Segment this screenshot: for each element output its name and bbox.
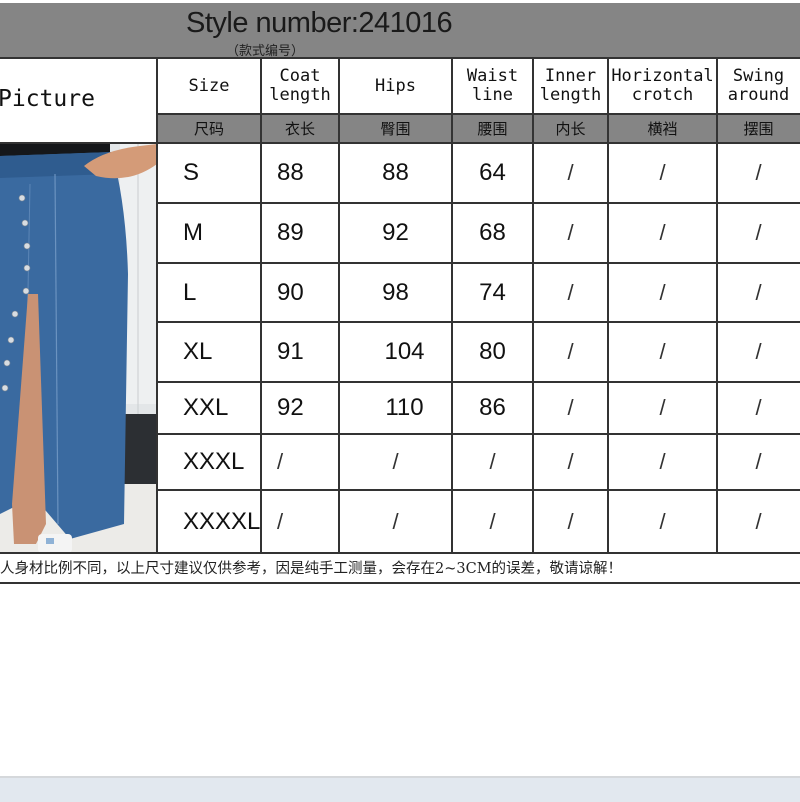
cell-size: S (183, 159, 200, 186)
grid-line (716, 58, 718, 553)
cell-coat-length: 92 (277, 394, 304, 421)
grid-line (157, 202, 800, 204)
cell-hips: 110 (385, 394, 424, 421)
cell-horizontal-crotch: / (659, 395, 666, 420)
cell-horizontal-crotch: / (659, 339, 666, 364)
column-subheader-coat-length: 衣长 (261, 114, 339, 143)
column-subheader-horizontal-crotch: 横裆 (608, 114, 717, 143)
grid-line (532, 58, 534, 553)
bottom-bar (0, 776, 800, 802)
cell-horizontal-crotch: / (659, 508, 666, 534)
cell-inner-length: / (567, 279, 574, 305)
size-chart-table: Picture Size 尺码 Coat length 衣长 Hips 臀围 W… (0, 0, 800, 800)
cell-swing-around: / (755, 395, 762, 420)
cell-size: XL (183, 338, 213, 365)
cell-hips: / (392, 449, 399, 474)
cell-coat-length: 91 (277, 338, 304, 365)
cell-horizontal-crotch: / (659, 220, 666, 245)
cell-waistline: 68 (479, 219, 506, 246)
cell-horizontal-crotch: / (659, 160, 666, 185)
cell-coat-length: 89 (277, 219, 304, 246)
cell-hips: 88 (382, 159, 409, 186)
cell-swing-around: / (755, 508, 762, 534)
grid-line (607, 58, 609, 553)
grid-line (338, 58, 340, 553)
grid-line (451, 58, 453, 553)
cell-waistline: 86 (479, 394, 506, 421)
denim-skirt-image (0, 144, 157, 553)
grid-line (157, 381, 800, 383)
column-subheader-hips: 臀围 (339, 114, 452, 143)
column-header-coat-length: Coat length (269, 66, 331, 105)
cell-horizontal-crotch: / (659, 449, 666, 474)
cell-inner-length: / (567, 220, 574, 245)
grid-line (0, 142, 800, 144)
cell-horizontal-crotch: / (659, 279, 666, 305)
cell-inner-length: / (567, 508, 574, 534)
cell-inner-length: / (567, 160, 574, 185)
cell-swing-around: / (755, 220, 762, 245)
grid-line (157, 433, 800, 435)
footnote-bottom-line (0, 582, 800, 584)
grid-line (157, 321, 800, 323)
column-header-waistline: Waist line (466, 66, 519, 105)
column-header-swing-around: Swing around (727, 66, 790, 105)
cell-inner-length: / (567, 339, 574, 364)
cell-size: XXXL (183, 448, 245, 475)
cell-hips: / (392, 508, 399, 534)
cell-waistline: 80 (479, 338, 506, 365)
cell-swing-around: / (755, 279, 762, 305)
cell-hips: 98 (382, 278, 409, 306)
grid-line (260, 58, 262, 553)
grid-line (0, 57, 800, 59)
grid-line (157, 262, 800, 264)
cell-waistline: 74 (479, 278, 506, 306)
cell-coat-length: 90 (277, 278, 304, 306)
cell-hips: 104 (384, 338, 425, 365)
column-subheader-swing-around: 摆围 (717, 114, 800, 143)
cell-hips: 92 (382, 219, 409, 246)
cell-inner-length: / (567, 449, 574, 474)
grid-line (156, 58, 158, 553)
column-header-hips: Hips (375, 75, 416, 96)
cell-coat-length: / (277, 508, 284, 534)
cell-size: L (183, 278, 197, 306)
cell-coat-length: / (277, 449, 284, 474)
column-subheader-inner-length: 内长 (533, 114, 608, 143)
column-subheader-waistline: 腰围 (452, 114, 533, 143)
cell-coat-length: 88 (277, 159, 304, 186)
column-header-horizontal-crotch: Horizontal crotch (611, 66, 714, 105)
grid-line (157, 489, 800, 491)
cell-waistline: / (489, 508, 496, 534)
grid-line (0, 552, 800, 554)
column-header-size: Size (188, 75, 230, 96)
product-photo (0, 144, 157, 553)
cell-size: M (183, 219, 203, 246)
cell-size: XXL (183, 394, 229, 421)
cell-swing-around: / (755, 160, 762, 185)
cell-waistline: 64 (479, 159, 506, 186)
cell-waistline: / (489, 449, 496, 474)
cell-inner-length: / (567, 395, 574, 420)
measurement-disclaimer: 人身材比例不同，以上尺寸建议仅供参考，因是纯手工测量，会存在2~3CM的误差，敬… (0, 561, 623, 577)
cell-swing-around: / (755, 339, 762, 364)
column-subheader-size: 尺码 (157, 114, 261, 143)
grid-line (157, 113, 800, 115)
cell-size: XXXXL (183, 507, 261, 535)
picture-header: Picture (0, 86, 95, 112)
cell-swing-around: / (755, 449, 762, 474)
column-header-inner-length: Inner length (539, 66, 602, 105)
